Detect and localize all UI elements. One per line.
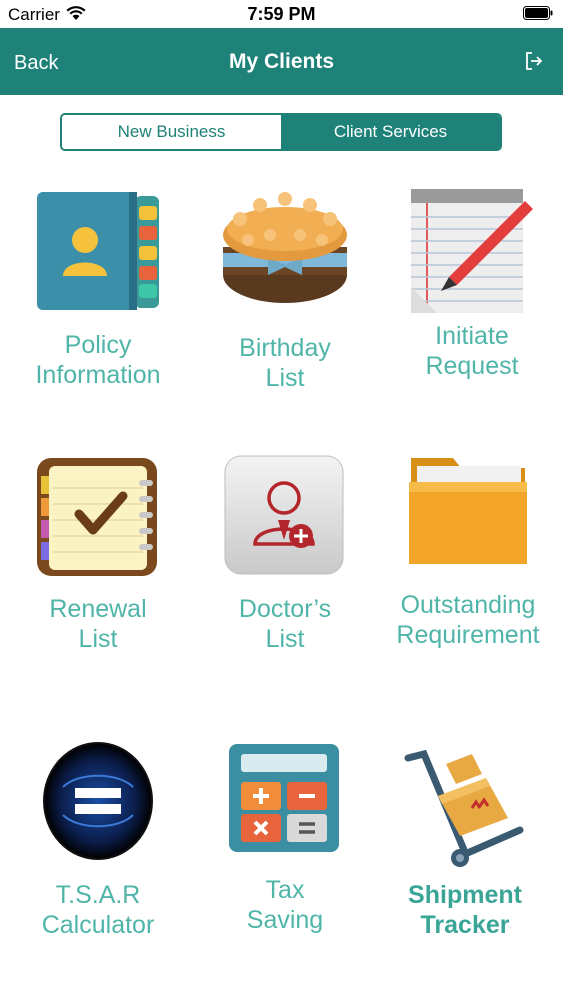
tile-renewal-list[interactable]: Renewal List bbox=[13, 452, 183, 662]
equals-calculator-icon bbox=[43, 742, 153, 860]
tile-label: Outstanding Requirement bbox=[396, 591, 540, 649]
hand-truck-icon bbox=[404, 750, 524, 867]
segment-control: New Business Client Services bbox=[60, 113, 502, 151]
segment-new-business[interactable]: New Business bbox=[62, 115, 281, 149]
tile-label: Doctor’s List bbox=[238, 595, 332, 653]
tile-shipment-tracker[interactable]: Shipment Tracker bbox=[380, 740, 550, 950]
segment-label: Client Services bbox=[333, 122, 448, 141]
tile-label: Renewal List bbox=[49, 595, 147, 653]
cake-icon bbox=[223, 192, 347, 303]
tile-initiate-request[interactable]: Initiate Request bbox=[387, 185, 557, 395]
tile-outstanding-requirement[interactable]: Outstanding Requirement bbox=[383, 452, 553, 662]
tile-policy-information[interactable]: Policy Information bbox=[13, 185, 183, 395]
battery-icon bbox=[523, 6, 553, 20]
tile-tax-saving[interactable]: Tax Saving bbox=[200, 740, 370, 950]
page-title: My Clients bbox=[228, 50, 335, 73]
address-book-icon bbox=[37, 192, 159, 310]
calculator-icon bbox=[229, 744, 339, 852]
clock: 7:59 PM bbox=[247, 4, 316, 24]
notepad-pen-icon bbox=[411, 189, 533, 313]
tile-label: Policy Information bbox=[35, 331, 161, 389]
tile-doctors-list[interactable]: Doctor’s List bbox=[200, 452, 370, 662]
tile-label: T.S.A.R Calculator bbox=[41, 881, 155, 939]
checklist-notebook-icon bbox=[37, 458, 157, 576]
doctor-icon bbox=[224, 455, 344, 575]
logout-icon[interactable] bbox=[523, 50, 545, 72]
status-bar: Carrier 7:59 PM bbox=[0, 0, 563, 28]
segment-client-services[interactable]: Client Services bbox=[281, 115, 500, 149]
tile-label: Shipment Tracker bbox=[408, 881, 522, 939]
tile-label: Initiate Request bbox=[425, 322, 519, 380]
tile-label: Birthday List bbox=[239, 334, 331, 392]
folder-icon bbox=[409, 458, 527, 564]
tile-label: Tax Saving bbox=[246, 876, 324, 934]
tile-birthday-list[interactable]: Birthday List bbox=[200, 185, 370, 395]
segment-label: New Business bbox=[117, 122, 226, 141]
nav-bar: Back My Clients bbox=[0, 28, 563, 95]
tile-tsar-calculator[interactable]: T.S.A.R Calculator bbox=[13, 740, 183, 950]
